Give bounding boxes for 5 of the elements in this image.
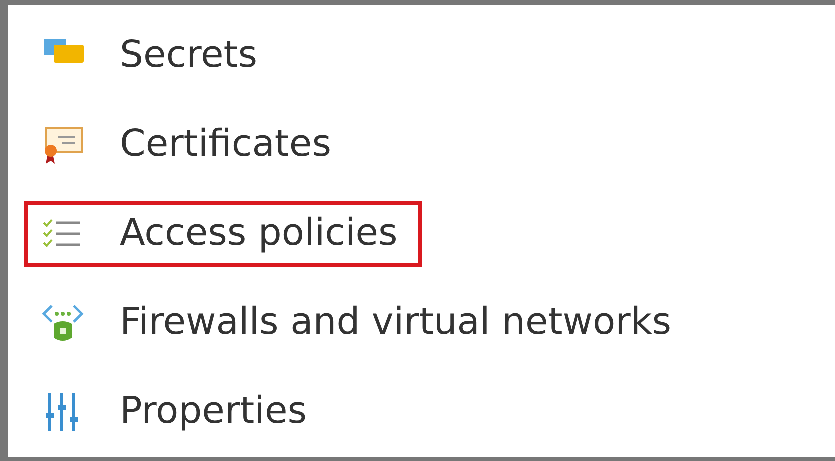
sidebar-item[interactable]: Firewalls and virtual networks <box>24 290 696 356</box>
sidebar-item[interactable]: Secrets <box>24 22 282 88</box>
sidebar-item[interactable]: Properties <box>24 378 331 444</box>
sidebar-item[interactable]: Access policies <box>24 200 422 266</box>
sidebar-item[interactable]: Certificates <box>24 112 356 178</box>
